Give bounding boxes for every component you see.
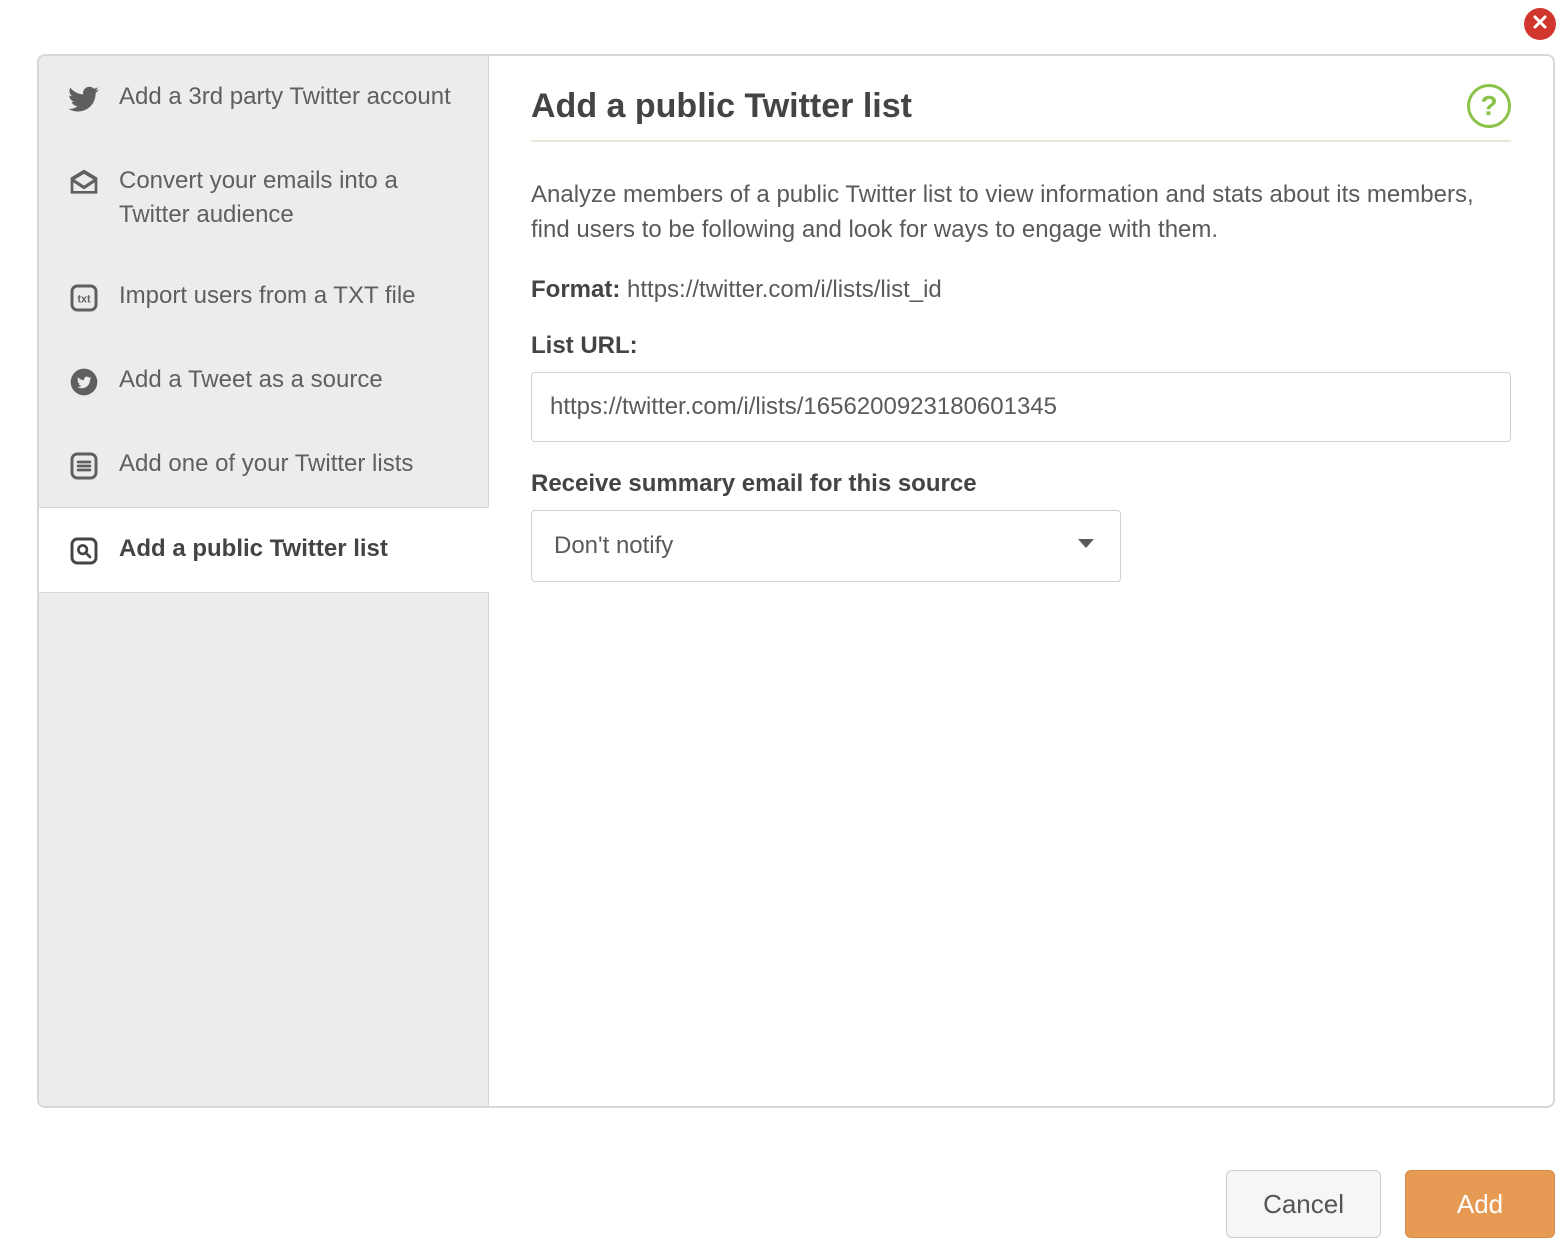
list-url-input[interactable] — [531, 372, 1511, 442]
sidebar-item-import-txt[interactable]: txt Import users from a TXT file — [39, 255, 488, 339]
summary-email-select[interactable]: Don't notify — [531, 510, 1121, 582]
close-button[interactable] — [1524, 8, 1556, 40]
sidebar-item-add-tweet[interactable]: Add a Tweet as a source — [39, 339, 488, 423]
sidebar-item-label: Convert your emails into a Twitter audie… — [119, 164, 460, 231]
sidebar-item-your-lists[interactable]: Add one of your Twitter lists — [39, 423, 488, 507]
help-icon: ? — [1480, 90, 1497, 122]
sidebar-item-label: Add a public Twitter list — [119, 532, 388, 566]
close-icon — [1532, 14, 1548, 35]
list-search-icon — [67, 534, 101, 568]
sidebar-item-public-list[interactable]: Add a public Twitter list — [39, 507, 489, 593]
cancel-button[interactable]: Cancel — [1226, 1170, 1381, 1238]
tweet-circle-icon — [67, 365, 101, 399]
sidebar-item-label: Add a 3rd party Twitter account — [119, 80, 451, 114]
list-icon — [67, 449, 101, 483]
summary-email-label: Receive summary email for this source — [531, 470, 1511, 498]
main-header: Add a public Twitter list ? — [531, 84, 1511, 142]
txt-icon: txt — [67, 281, 101, 315]
dialog-footer: Cancel Add — [37, 1170, 1555, 1238]
svg-text:txt: txt — [77, 294, 90, 306]
format-line: Format: https://twitter.com/i/lists/list… — [531, 276, 1511, 304]
add-button[interactable]: Add — [1405, 1170, 1555, 1238]
sidebar-item-convert-emails[interactable]: Convert your emails into a Twitter audie… — [39, 140, 488, 255]
add-source-dialog: Add a 3rd party Twitter account Convert … — [37, 54, 1555, 1108]
email-icon — [67, 166, 101, 200]
sidebar-item-3rd-party-twitter[interactable]: Add a 3rd party Twitter account — [39, 56, 488, 140]
format-value: https://twitter.com/i/lists/list_id — [627, 276, 942, 303]
page-title: Add a public Twitter list — [531, 87, 912, 126]
help-button[interactable]: ? — [1467, 84, 1511, 128]
main-panel: Add a public Twitter list ? Analyze memb… — [489, 56, 1553, 1106]
source-type-sidebar: Add a 3rd party Twitter account Convert … — [39, 56, 489, 1106]
sidebar-item-label: Import users from a TXT file — [119, 279, 416, 313]
list-url-label: List URL: — [531, 332, 1511, 360]
format-label: Format: — [531, 276, 620, 303]
description-text: Analyze members of a public Twitter list… — [531, 178, 1491, 248]
twitter-icon — [67, 82, 101, 116]
sidebar-item-label: Add one of your Twitter lists — [119, 447, 413, 481]
sidebar-item-label: Add a Tweet as a source — [119, 363, 383, 397]
